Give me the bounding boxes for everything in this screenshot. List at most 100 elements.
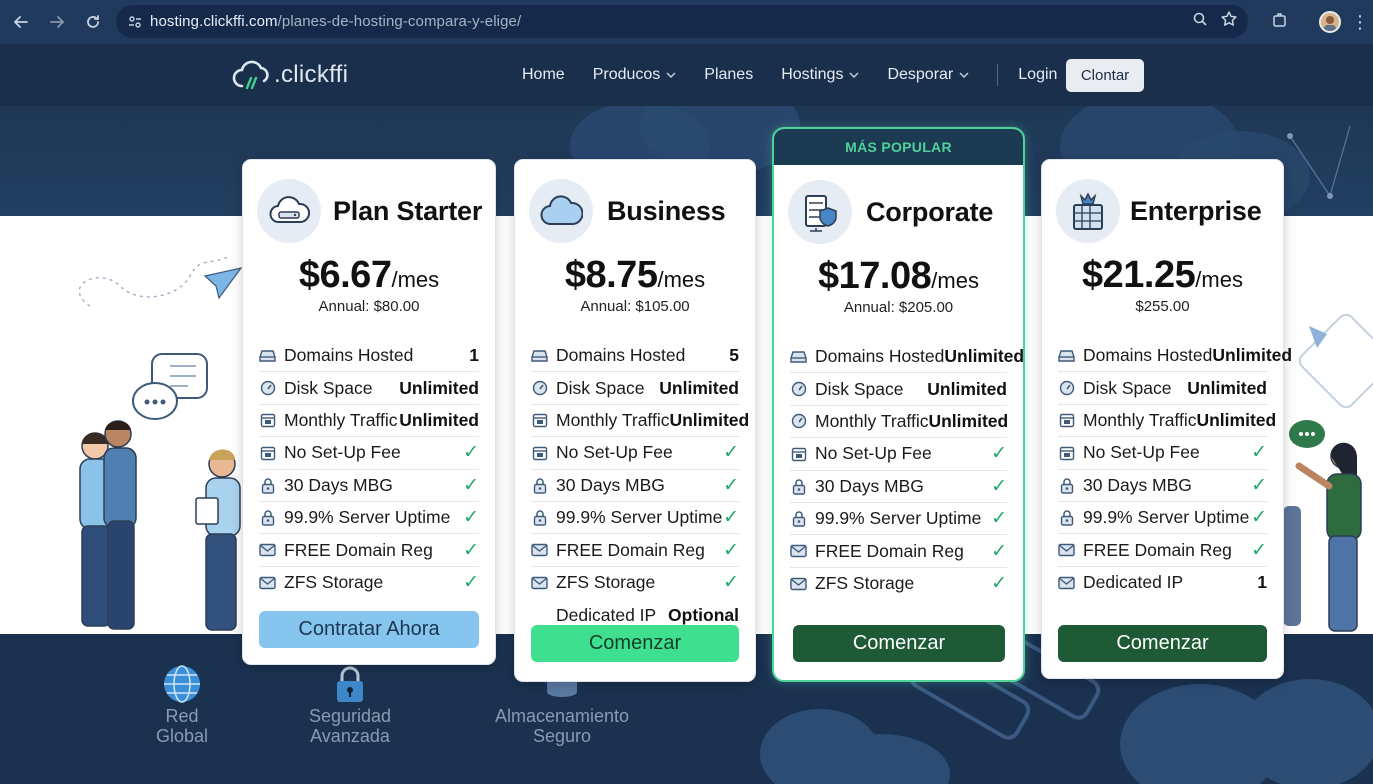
drive-icon [1058, 347, 1075, 364]
feature-row: 99.9% Server Uptime ✓ [1058, 502, 1267, 535]
feature-label: Dedicated IP [1083, 572, 1184, 593]
feature-row: Monthly Traffic Unlimited [1058, 405, 1276, 438]
gauge-icon [531, 380, 548, 397]
check-icon: ✓ [723, 442, 739, 464]
feature-row: Domains Hosted 1 [259, 340, 479, 373]
drive-icon [790, 348, 807, 365]
contratar-button[interactable]: Contratar Ahora [259, 611, 479, 648]
feature-label: Seguridad [308, 706, 392, 726]
plan-card-corporate: MÁS POPULAR Corporate $17.08/mes Annual:… [772, 127, 1025, 682]
gauge-icon [790, 381, 807, 398]
feature-value: Unlimited [1187, 377, 1267, 398]
feature-label: Disk Space [556, 377, 645, 398]
feature-seguridad: Seguridad Avanzada [300, 664, 400, 746]
menu-divider [997, 64, 999, 86]
contact-button[interactable]: Clontar [1066, 59, 1144, 92]
menu-item-desporar[interactable]: Desporar [887, 66, 969, 84]
feature-label: 99.9% Server Uptime [815, 508, 982, 529]
login-label: Login [1018, 66, 1058, 83]
feature-label: 99.9% Server Uptime [284, 507, 451, 528]
url-text[interactable]: hosting.clickffi.com/planes-de-hosting-c… [150, 13, 521, 30]
padlock-icon [300, 664, 400, 706]
comenzar-button[interactable]: Comenzar [1058, 625, 1267, 662]
feature-label: Domains Hosted [1083, 345, 1213, 366]
site-logo[interactable]: .clickffi [232, 58, 348, 92]
server-cloud-icon [257, 179, 321, 243]
calendar-icon [259, 412, 276, 429]
calendar-icon [531, 412, 548, 429]
feature-label: ZFS Storage [556, 572, 656, 593]
feature-row: 30 Days MBG ✓ [531, 470, 739, 502]
comenzar-button[interactable]: Comenzar [531, 625, 739, 662]
zoom-icon[interactable] [1192, 11, 1208, 32]
check-icon: ✓ [1251, 539, 1267, 561]
feature-label: ZFS Storage [284, 572, 384, 593]
calendar-icon [259, 444, 276, 461]
check-icon: ✓ [991, 508, 1007, 530]
feature-label: ZFS Storage [815, 573, 915, 594]
feature-list: Domains Hosted Unlimited Disk Space Unlimit… [1058, 340, 1292, 599]
calendar-icon [1058, 444, 1075, 461]
check-icon: ✓ [723, 539, 739, 561]
feature-label: Disk Space [815, 378, 904, 399]
feature-label: 30 Days MBG [815, 475, 924, 496]
menu-label: Planes [704, 66, 754, 83]
gauge-icon [259, 380, 276, 397]
url-path: /planes-de-hosting-compara-y-elige/ [277, 13, 522, 30]
site-settings-icon[interactable] [120, 15, 150, 29]
address-bar[interactable]: hosting.clickffi.com/planes-de-hosting-c… [116, 5, 1248, 38]
reload-icon[interactable] [76, 5, 110, 39]
menu-item-hostings[interactable]: Hostings [781, 66, 859, 84]
profile-avatar[interactable] [1319, 11, 1341, 33]
annual-price: Annual: $105.00 [580, 298, 690, 315]
menu-item-home[interactable]: Home [522, 66, 565, 84]
feature-value: Unlimited [399, 409, 479, 430]
login-link[interactable]: Login [1018, 66, 1057, 84]
feature-value: Unlimited [944, 346, 1025, 367]
feature-label: FREE Domain Reg [815, 540, 964, 561]
feature-row: ZFS Storage ✓ [259, 567, 479, 599]
feature-row: 30 Days MBG ✓ [259, 470, 479, 502]
lock-icon [1058, 477, 1075, 494]
chevron-down-icon [849, 70, 859, 81]
feature-label: Monthly Traffic [815, 410, 929, 431]
bookmark-star-icon[interactable] [1220, 10, 1238, 33]
plan-card-enterprise: Enterprise $21.25/mes $255.00 Domains Ho… [1041, 159, 1292, 679]
feature-label: FREE Domain Reg [556, 539, 705, 560]
feature-row: ZFS Storage ✓ [531, 567, 739, 599]
feature-label: No Set-Up Fee [815, 443, 932, 464]
check-icon: ✓ [1251, 474, 1267, 496]
menu-item-planes[interactable]: Planes [704, 66, 753, 84]
calendar-icon [790, 445, 807, 462]
feature-label: Monthly Traffic [556, 409, 670, 430]
extensions-icon[interactable] [1271, 11, 1289, 34]
forward-icon[interactable] [40, 5, 74, 39]
feature-row: ZFS Storage ✓ [790, 568, 1007, 600]
plan-name: Plan Starter [333, 195, 483, 226]
feature-value: 1 [469, 345, 479, 366]
back-icon[interactable] [4, 5, 38, 39]
feature-value: Unlimited [927, 378, 1007, 399]
calendar-icon [1058, 412, 1075, 429]
server-shield-icon [788, 180, 852, 244]
site-navbar: .clickffi Home Producos Planes Hostings … [0, 44, 1373, 106]
feature-label: 30 Days MBG [1083, 474, 1192, 495]
more-menu-icon[interactable]: ⋮ [1351, 13, 1369, 31]
check-icon: ✓ [463, 507, 479, 529]
feature-row: Domains Hosted 5 [531, 340, 739, 373]
price-period: /mes [1195, 267, 1243, 292]
feature-value: Unlimited [928, 410, 1009, 431]
mail-icon [531, 542, 548, 559]
check-icon: ✓ [1251, 507, 1267, 529]
price-amount: $8.75 [564, 254, 658, 296]
price-amount: $21.25 [1082, 254, 1196, 296]
comenzar-button[interactable]: Comenzar [793, 625, 1005, 662]
globe-icon [142, 664, 222, 706]
gauge-icon [790, 413, 807, 430]
calendar-icon [531, 444, 548, 461]
lock-icon [1058, 509, 1075, 526]
feature-label: No Set-Up Fee [284, 442, 401, 463]
menu-item-producos[interactable]: Producos [593, 66, 677, 84]
feature-row: FREE Domain Reg ✓ [1058, 534, 1267, 567]
feature-row: Monthly Traffic Unlimited [790, 406, 1009, 439]
